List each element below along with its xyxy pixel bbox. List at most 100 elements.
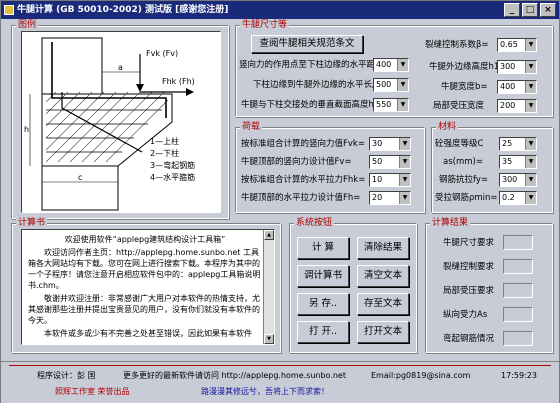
scroll-up-icon[interactable]: ▲ xyxy=(264,230,274,240)
fv-select[interactable]: 50 ▼ xyxy=(369,155,411,169)
dims-group-title: 牛腿尺寸等 xyxy=(240,20,290,31)
notes-heading: 欢迎使用软件“applepg建筑结构设计工具箱” xyxy=(64,235,226,244)
scroll-down-icon[interactable]: ▼ xyxy=(264,334,274,344)
minimize-button[interactable]: _ xyxy=(504,3,520,17)
dim-h-label: h xyxy=(24,125,29,134)
results-group-title: 计算结果 xyxy=(430,218,471,229)
legend-3: 3—弯起钢筋 xyxy=(150,160,195,170)
dim-a-label: a xyxy=(118,63,123,72)
window-title: 牛腿计算 (GB 50010-2002) 测试版 [感谢您注册] xyxy=(17,5,229,15)
dim-h-row-label: 牛腿与下柱交接处的垂直截面高度h= xyxy=(241,100,382,110)
dim-a-select[interactable]: 400 ▼ xyxy=(373,58,409,72)
chevron-down-icon: ▼ xyxy=(525,156,536,168)
chevron-down-icon: ▼ xyxy=(399,174,410,186)
result-size-box xyxy=(503,235,533,250)
chevron-down-icon: ▼ xyxy=(525,61,536,73)
as-label: as(mm)= xyxy=(443,157,483,167)
chevron-down-icon: ▼ xyxy=(399,138,410,150)
result-crack-box xyxy=(503,259,533,274)
window-controls: _ □ × xyxy=(504,3,556,17)
close-button[interactable]: × xyxy=(540,3,556,17)
app-icon xyxy=(4,5,14,15)
slogan-text: 路漫漫其修远兮，吾将上下而求索！ xyxy=(201,387,329,396)
legend-2: 2—下柱 xyxy=(150,148,179,158)
dim-c-select[interactable]: 500 ▼ xyxy=(373,78,409,92)
dim-c-row-label: 下柱边缘到牛腿外边缘的水平长度c= xyxy=(253,80,393,90)
rho-min-label: 受拉钢筋ρmin= xyxy=(435,193,498,203)
dim-h-select[interactable]: 550 ▼ xyxy=(373,98,409,112)
notes-paragraph: 敬谢并欢迎注册：非常感谢广大用户对本软件的热情支持，尤其感谢那些注册并提出宝贵意… xyxy=(28,294,260,325)
chevron-down-icon: ▼ xyxy=(397,79,408,91)
result-bearing-label: 局部受压要求 xyxy=(443,286,495,296)
beta-select[interactable]: 0.65 ▼ xyxy=(497,38,537,52)
clock-text: 17:59:23 xyxy=(501,371,537,380)
save-to-text-button[interactable]: 存至文本 xyxy=(357,293,409,315)
result-as-label: 纵向受力As xyxy=(443,310,488,320)
beta-label: 裂缝控制系数β= xyxy=(425,40,489,50)
fy-select[interactable]: 300 ▼ xyxy=(499,173,537,187)
email-text: Email:pg0819@sina.com xyxy=(371,371,471,380)
fvk-select[interactable]: 30 ▼ xyxy=(369,137,411,151)
website-text: 更多更好的最新软件请访问 http://applepg.home.sunbo.n… xyxy=(123,371,346,380)
fh-select[interactable]: 20 ▼ xyxy=(369,191,411,205)
designer-text: 程序设计：彭 国 xyxy=(37,371,96,380)
h1-select[interactable]: 300 ▼ xyxy=(497,60,537,74)
notes-paragraph: 本软件或多或少有不完善之处甚至错误，因此如果有本软件 xyxy=(44,329,252,338)
result-crack-label: 裂缝控制要求 xyxy=(443,262,495,272)
chevron-down-icon: ▼ xyxy=(397,59,408,71)
result-bearing-box xyxy=(503,283,533,298)
result-size-label: 牛腿尺寸要求 xyxy=(443,238,495,248)
load-group-title: 荷载 xyxy=(240,122,263,133)
status-divider xyxy=(9,365,551,366)
dim-c-label: c xyxy=(78,173,82,182)
bearing-width-select[interactable]: 200 ▼ xyxy=(497,99,537,113)
clear-results-button[interactable]: 清除结果 xyxy=(357,237,409,259)
clear-text-button[interactable]: 清空文本 xyxy=(357,265,409,287)
fhk-row-label: 按标准组合计算的水平拉力Fhk= xyxy=(241,175,366,185)
calculate-button[interactable]: 计 算 xyxy=(297,237,349,259)
chevron-down-icon: ▼ xyxy=(525,174,536,186)
open-button[interactable]: 打 开.. xyxy=(297,321,349,343)
fhk-select[interactable]: 10 ▼ xyxy=(369,173,411,187)
title-bar: 牛腿计算 (GB 50010-2002) 测试版 [感谢您注册] _ □ × xyxy=(1,1,559,19)
status-bar: 程序设计：彭 国 更多更好的最新软件请访问 http://applepg.hom… xyxy=(1,361,559,403)
rho-min-select[interactable]: 0.2 ▼ xyxy=(499,191,537,205)
upper-column-shape xyxy=(41,37,103,95)
buttons-group-title: 系统按钮 xyxy=(294,218,335,229)
result-bent-bar-label: 弯起钢筋情况 xyxy=(443,334,495,344)
width-b-select[interactable]: 400 ▼ xyxy=(497,80,537,94)
fh-row-label: 牛腿顶部的水平拉力设计值Fh= xyxy=(241,193,361,203)
chevron-down-icon: ▼ xyxy=(525,81,536,93)
open-text-button[interactable]: 打开文本 xyxy=(357,321,409,343)
chevron-down-icon: ▼ xyxy=(397,99,408,111)
notes-scrollbar[interactable]: ▲ ▼ xyxy=(263,230,274,344)
fvk-row-label: 按标准组合计算的竖向力值Fvk= xyxy=(241,139,365,149)
result-as-box xyxy=(503,307,533,322)
chevron-down-icon: ▼ xyxy=(525,39,536,51)
legend-1: 1—上柱 xyxy=(150,136,179,146)
h1-label: 牛腿外边缘高度h1 xyxy=(429,62,500,72)
save-as-button[interactable]: 另 存.. xyxy=(297,293,349,315)
chevron-down-icon: ▼ xyxy=(525,192,536,204)
studio-text: 照辉工作室 荣誉出品 xyxy=(55,387,130,396)
legend-4: 4—水平箍筋 xyxy=(150,172,195,182)
corbel-drawing: Fvk (Fv) Fhk (Fh) a c h 1—上柱 2—下柱 3—弯起钢筋… xyxy=(24,37,195,211)
notes-group-title: 计算书 xyxy=(16,218,48,229)
notes-paragraph: 欢迎访问作者主页：http://applepg.home.sunbo.net 工… xyxy=(28,248,261,290)
maximize-button[interactable]: □ xyxy=(522,3,538,17)
view-code-button[interactable]: 查阅牛腿相关规范条文 xyxy=(251,35,363,53)
load-report-button[interactable]: 调计算书 xyxy=(297,265,349,287)
corbel-diagram: Fvk (Fv) Fhk (Fh) a c h 1—上柱 2—下柱 3—弯起钢筋… xyxy=(21,31,221,213)
fhk-label: Fhk (Fh) xyxy=(162,77,195,86)
chevron-down-icon: ▼ xyxy=(399,192,410,204)
figure-group-title: 图例 xyxy=(16,20,39,31)
concrete-grade-select[interactable]: 25 ▼ xyxy=(499,137,537,151)
as-select[interactable]: 35 ▼ xyxy=(499,155,537,169)
fy-label: 钢筋抗拉fy= xyxy=(439,175,488,185)
chevron-down-icon: ▼ xyxy=(525,138,536,150)
chevron-down-icon: ▼ xyxy=(399,156,410,168)
app-window: 牛腿计算 (GB 50010-2002) 测试版 [感谢您注册] _ □ × 图… xyxy=(0,0,560,403)
chevron-down-icon: ▼ xyxy=(525,100,536,112)
material-group-title: 材料 xyxy=(436,122,459,133)
calculation-notes-textarea[interactable]: 欢迎使用软件“applepg建筑结构设计工具箱” 欢迎访问作者主页：http:/… xyxy=(21,229,275,345)
